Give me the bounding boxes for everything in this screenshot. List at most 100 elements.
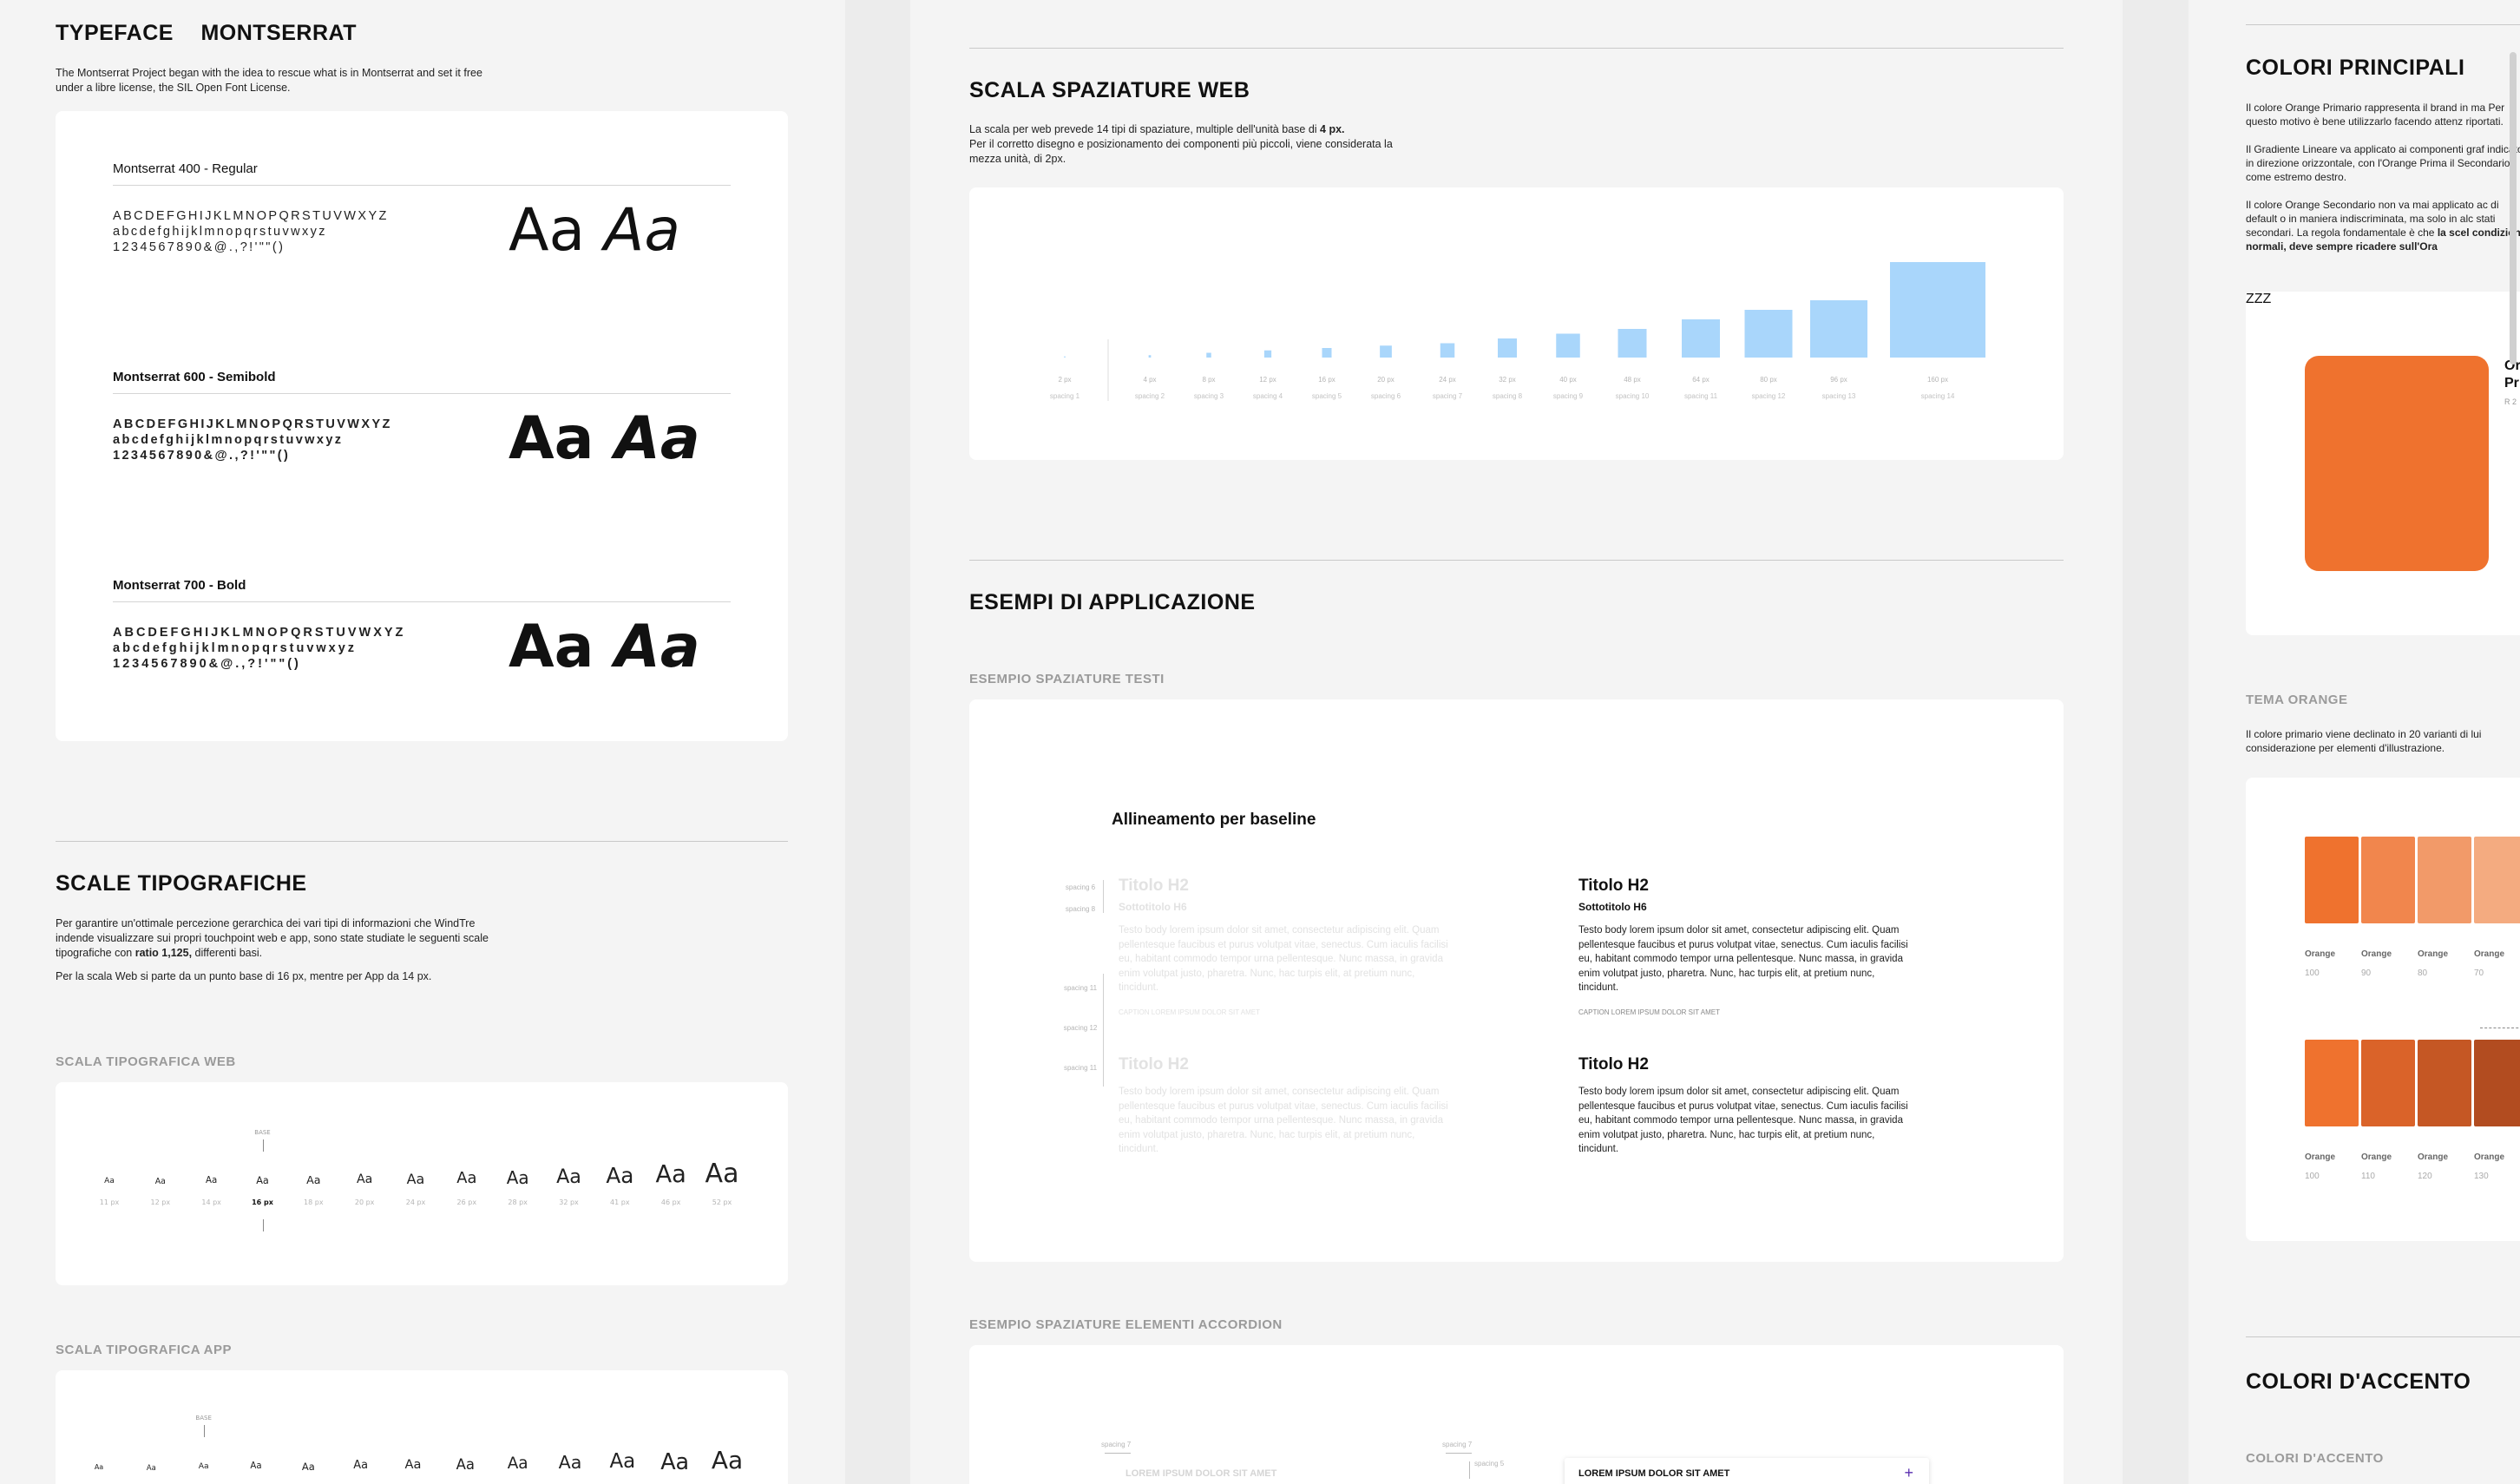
- scale-sample: Aa: [353, 1459, 369, 1473]
- swatch-code: 130: [2474, 1172, 2489, 1181]
- spacing-bar: [1440, 343, 1455, 358]
- spacing-value-label: 80 px: [1760, 376, 1777, 384]
- spacing-category-label: spacing 5: [1312, 392, 1342, 400]
- scale-sample: Aa: [655, 1160, 686, 1188]
- h2-title: Titolo H2: [1578, 1055, 1649, 1074]
- primary-rgb: R 2: [2504, 397, 2517, 406]
- scale-title: SCALE TIPOGRAFICHE: [56, 871, 307, 896]
- swatch-code: 100: [2305, 1172, 2320, 1181]
- theme-text: Il colore primario viene declinato in 20…: [2246, 728, 2482, 754]
- scale-sample: Aa: [556, 1165, 581, 1188]
- accordion-item[interactable]: LOREM IPSUM DOLOR SIT AMET +: [1565, 1458, 1929, 1484]
- colors-panel: COLORI PRINCIPALI Il colore Orange Prima…: [2189, 0, 2520, 1484]
- swatch-code: 70: [2474, 969, 2484, 978]
- swatch-row: Orange 100 Orange 90 Orange 80 Orange 70: [2305, 837, 2520, 978]
- weight-block-regular: Montserrat 400 - Regular ABCDEFGHIJKLMNO…: [113, 161, 731, 265]
- body-text: Testo body lorem ipsum dolor sit amet, c…: [1578, 925, 1908, 993]
- scale-sample: Aa: [406, 1171, 425, 1188]
- typeface-label: TYPEFACE: [56, 21, 174, 45]
- section-divider: [2246, 24, 2520, 25]
- spacing-value-label: 32 px: [1499, 376, 1516, 384]
- swatch-code: 90: [2361, 969, 2372, 978]
- scrollbar[interactable]: [2510, 52, 2517, 364]
- spacing-bar: [1148, 355, 1152, 358]
- examples-title: ESEMPI DI APPLICAZIONE: [969, 590, 1256, 614]
- primary-color-card: Or Pr R 2 ZZZ: [2246, 292, 2520, 635]
- section-divider: [969, 48, 2064, 49]
- spacing-title: SCALA SPAZIATURE WEB: [969, 78, 1250, 102]
- spacing-annotation: spacing 8: [1065, 905, 1096, 913]
- spacing-annotation: spacing 11: [1063, 984, 1098, 992]
- glyph-set: ABCDEFGHIJKLMNOPQRSTUVWXYZ abcdefghijklm…: [113, 417, 392, 463]
- web-scale-card: Aa 11 px Aa 12 px Aa 14 px Aa 16 px BASE Aa 18 px A…: [56, 1082, 788, 1285]
- typeface-panel: TYPEFACE MONTSERRAT The Montserrat Proje…: [0, 0, 845, 1484]
- weight-block-bold: Montserrat 700 - Bold ABCDEFGHIJKLMNOPQR…: [113, 578, 731, 681]
- spacing-paragraph: La scala per web prevede 14 tipi di spaz…: [969, 122, 1421, 167]
- spacing-chart-card: 2 px spacing 1 4 px spacing 2 8 px spacing 3 1…: [969, 187, 2064, 460]
- colors-paragraphs: Il colore Orange Primario rappresenta il…: [2246, 101, 2520, 253]
- spacing-marker: [1446, 1453, 1472, 1454]
- glyphs-upper: ABCDEFGHIJKLMNOPQRSTUVWXYZ: [113, 209, 389, 223]
- swatch-name: Orange: [2305, 949, 2336, 959]
- scale-sample: Aa: [306, 1173, 321, 1187]
- glyph-set: ABCDEFGHIJKLMNOPQRSTUVWXYZ abcdefghijklm…: [113, 625, 405, 672]
- spacing-bar: [1322, 348, 1332, 358]
- spacing-value-label: 4 px: [1143, 376, 1156, 384]
- spacing-bar-chart: 2 px spacing 1 4 px spacing 2 8 px spacing 3 1…: [1050, 262, 1985, 401]
- swatch-name: Orange: [2418, 1152, 2449, 1162]
- plus-icon[interactable]: +: [1904, 1464, 1913, 1482]
- typeface-intro: The Montserrat Project began with the id…: [56, 67, 482, 94]
- scale-size-label: 12 px: [150, 1198, 171, 1206]
- glyphs-lower: abcdefghijklmnopqrstuvwxyz: [113, 433, 344, 447]
- texts-example-card: Allineamento per baseline spacing 6 spac…: [969, 699, 2064, 1262]
- color-swatch: [2474, 1040, 2520, 1126]
- accent-caption: COLORI D'ACCENTO: [2246, 1451, 2384, 1466]
- scale-sample: Aa: [404, 1457, 422, 1473]
- scale-text-bold: ratio 1,125,: [135, 947, 193, 959]
- scale-paragraph: Per garantire un'ottimale percezione ger…: [56, 916, 489, 984]
- spacing-text-bold: 4 px.: [1320, 123, 1345, 135]
- scale-size-label: 46 px: [660, 1198, 681, 1206]
- weight-sample: Aa Aa: [509, 196, 680, 265]
- caption-text: CAPTION LOREM IPSUM DOLOR SIT AMET: [1578, 1008, 1720, 1016]
- glyph-set: ABCDEFGHIJKLMNOPQRSTUVWXYZ abcdefghijklm…: [113, 208, 389, 255]
- glyphs-digits: 1234567890&@.,?!'""(): [113, 240, 285, 254]
- spacing-value-label: 64 px: [1692, 376, 1710, 384]
- scale-size-label: 32 px: [559, 1198, 579, 1206]
- divider: [113, 393, 731, 394]
- spacing-category-label: spacing 6: [1371, 392, 1401, 400]
- accordion-example-card: spacing 7 LOREM IPSUM DOLOR SIT AMET spa…: [969, 1345, 2064, 1484]
- scale-sample: Aa: [456, 1455, 475, 1473]
- spacing-annotation: spacing 7: [1101, 1441, 1132, 1448]
- spacing-value-label: 20 px: [1377, 376, 1395, 384]
- sample-upright: Aa: [509, 404, 594, 473]
- faded-caption: CAPTION LOREM IPSUM DOLOR SIT AMET: [1119, 1008, 1260, 1016]
- section-divider: [56, 841, 788, 842]
- swatch-name: Orange: [2474, 949, 2505, 959]
- spacing-category-label: spacing 14: [1921, 392, 1955, 400]
- app-scale-caption: SCALA TIPOGRAFICA APP: [56, 1343, 233, 1357]
- weight-label: Montserrat 700 - Bold: [113, 578, 246, 593]
- swatch-code: 100: [2305, 969, 2320, 978]
- scale-size-label: 20 px: [354, 1198, 375, 1206]
- swatch-name: Orange: [2474, 1152, 2505, 1162]
- spacing-bar: [1498, 338, 1517, 358]
- spacing-bar: [1810, 300, 1867, 358]
- scale-size-label: 28 px: [508, 1198, 528, 1206]
- color-swatch: [2418, 837, 2471, 923]
- theme-caption: TEMA ORANGE: [2246, 693, 2348, 707]
- baseline-title: Allineamento per baseline: [1112, 811, 1316, 829]
- glyphs-lower: abcdefghijklmnopqrstuvwxyz: [113, 225, 327, 239]
- spacing-bar: [1682, 319, 1720, 358]
- spacing-bar: [1206, 352, 1211, 358]
- typeface-title: TYPEFACE MONTSERRAT: [56, 21, 357, 46]
- accordion-label: LOREM IPSUM DOLOR SIT AMET: [1578, 1468, 1730, 1479]
- app-scale-row: Aa Aa Aa BASE Aa Aa Aa Aa Aa Aa Aa Aa Aa Aa: [56, 1370, 788, 1484]
- spacing-category-label: spacing 11: [1684, 392, 1718, 400]
- section-divider: [969, 560, 2064, 561]
- sample-italic: Aa: [603, 196, 680, 265]
- scale-size-label: 24 px: [405, 1198, 426, 1206]
- spacing-category-label: spacing 10: [1616, 392, 1650, 400]
- scale-text-a: Per garantire un'ottimale percezione ger…: [56, 917, 489, 959]
- spacing-category-label: spacing 2: [1135, 392, 1165, 400]
